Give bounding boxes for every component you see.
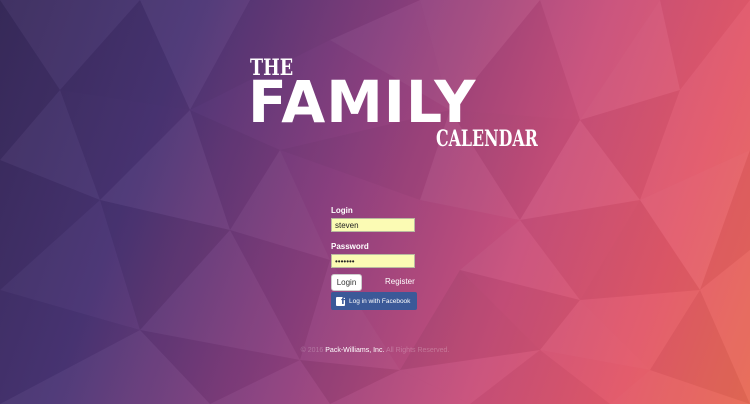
rights-text: All Rights Reserved.	[385, 347, 450, 354]
password-label: Password	[331, 242, 369, 251]
facebook-icon: f	[336, 296, 345, 306]
copyright-text: © 2016	[300, 347, 324, 354]
login-button[interactable]: Login	[331, 274, 362, 291]
footer: © 2016 Pack-Williams, Inc. All Rights Re…	[0, 347, 750, 354]
company-name: Pack-Williams, Inc.	[325, 347, 385, 354]
login-input[interactable]	[331, 218, 415, 232]
password-input[interactable]	[331, 254, 415, 268]
login-form: Login Password Login Register f Log in w…	[331, 206, 431, 310]
login-label: Login	[331, 206, 353, 215]
facebook-login-button[interactable]: f Log in with Facebook	[331, 292, 417, 310]
logo-calendar-text: CALENDAR	[436, 126, 538, 152]
app-logo: THE FAMILY CALENDAR	[248, 55, 538, 155]
register-link[interactable]: Register	[385, 277, 415, 286]
facebook-login-label: Log in with Facebook	[349, 297, 411, 305]
form-actions: Login Register	[331, 274, 431, 291]
